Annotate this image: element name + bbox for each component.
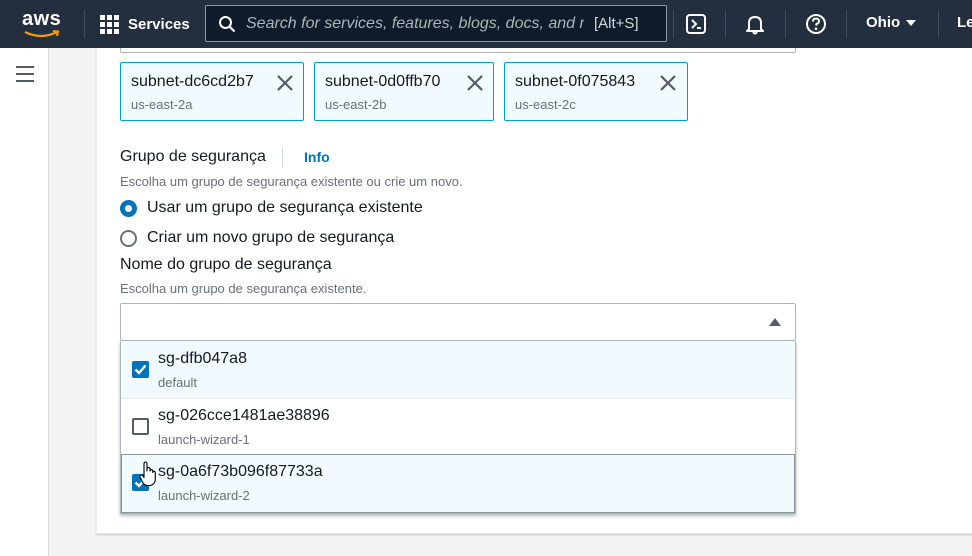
sg-dropdown-list: sg-dfb047a8 default sg-026cce1481ae38896… [120, 341, 796, 514]
subnet-az: us-east-2b [325, 97, 387, 112]
close-icon[interactable] [465, 73, 485, 93]
sg-option-id: sg-0a6f73b096f87733a [158, 463, 323, 480]
nav-divider [785, 10, 786, 38]
search-shortcut: [Alt+S] [594, 15, 639, 32]
aws-logo-text: aws [22, 8, 62, 30]
caret-down-icon [906, 19, 917, 26]
security-group-description: Escolha um grupo de segurança existente … [120, 174, 463, 189]
close-icon[interactable] [658, 73, 678, 93]
region-selector[interactable]: Ohio [866, 14, 917, 31]
subnet-az: us-east-2a [131, 97, 193, 112]
close-icon[interactable] [275, 73, 295, 93]
subnet-token: subnet-0d0ffb70 us-east-2b [314, 62, 494, 121]
left-rail [0, 48, 49, 556]
nav-divider [673, 10, 674, 38]
subnet-id: subnet-0d0ffb70 [325, 73, 441, 90]
hand-cursor-icon [139, 461, 156, 487]
subnet-id: subnet-0f075843 [515, 73, 636, 90]
checkbox-checked[interactable] [132, 361, 149, 378]
sg-option-name: launch-wizard-2 [158, 488, 250, 503]
sg-option[interactable]: sg-0a6f73b096f87733a launch-wizard-2 [121, 454, 795, 513]
radio-create-new[interactable] [120, 230, 137, 247]
security-group-label: Grupo de segurança [120, 148, 266, 165]
region-label: Ohio [866, 14, 901, 31]
services-label: Services [128, 15, 190, 33]
search-placeholder: Search for services, features, blogs, do… [246, 14, 584, 32]
subnet-input[interactable] [120, 48, 796, 53]
caret-up-icon [769, 318, 781, 326]
aws-smile-icon [24, 30, 60, 38]
radio-use-existing-label[interactable]: Usar um grupo de segurança existente [147, 199, 423, 217]
nav-divider [938, 10, 939, 38]
subnet-token: subnet-dc6cd2b7 us-east-2a [120, 62, 304, 121]
top-navigation: aws Services Search for services, featur… [0, 0, 972, 48]
bell-icon[interactable] [743, 12, 767, 36]
subnet-az: us-east-2c [515, 97, 576, 112]
help-icon[interactable] [804, 12, 828, 36]
grid-icon [100, 14, 119, 34]
sg-option-name: default [158, 375, 198, 390]
nav-divider [84, 10, 85, 38]
cloudshell-icon[interactable] [684, 12, 708, 36]
info-link[interactable]: Info [304, 149, 330, 165]
sg-option[interactable]: sg-026cce1481ae38896 launch-wizard-1 [121, 398, 795, 455]
subnet-token: subnet-0f075843 us-east-2c [504, 62, 688, 121]
radio-create-new-label[interactable]: Criar um novo grupo de segurança [147, 229, 394, 247]
sg-option[interactable]: sg-dfb047a8 default [121, 341, 795, 398]
sg-multiselect[interactable] [120, 303, 796, 341]
subnet-id: subnet-dc6cd2b7 [131, 73, 254, 90]
sg-option-id: sg-026cce1481ae38896 [158, 407, 330, 424]
aws-logo[interactable]: aws [22, 8, 62, 38]
checkbox-unchecked[interactable] [132, 418, 149, 435]
sg-name-label: Nome do grupo de segurança [120, 256, 332, 273]
search-icon [219, 15, 236, 32]
info-divider [282, 147, 283, 167]
nav-divider [725, 10, 726, 38]
account-menu[interactable]: Le [957, 14, 972, 31]
sg-option-id: sg-dfb047a8 [158, 350, 247, 367]
services-menu-button[interactable]: Services [100, 12, 190, 36]
sg-name-description: Escolha um grupo de segurança existente. [120, 281, 367, 296]
check-icon [134, 364, 147, 375]
sg-option-name: launch-wizard-1 [158, 432, 250, 447]
radio-use-existing[interactable] [120, 200, 137, 217]
search-input[interactable]: Search for services, features, blogs, do… [205, 5, 667, 42]
menu-icon[interactable] [16, 66, 34, 87]
nav-divider [846, 10, 847, 38]
